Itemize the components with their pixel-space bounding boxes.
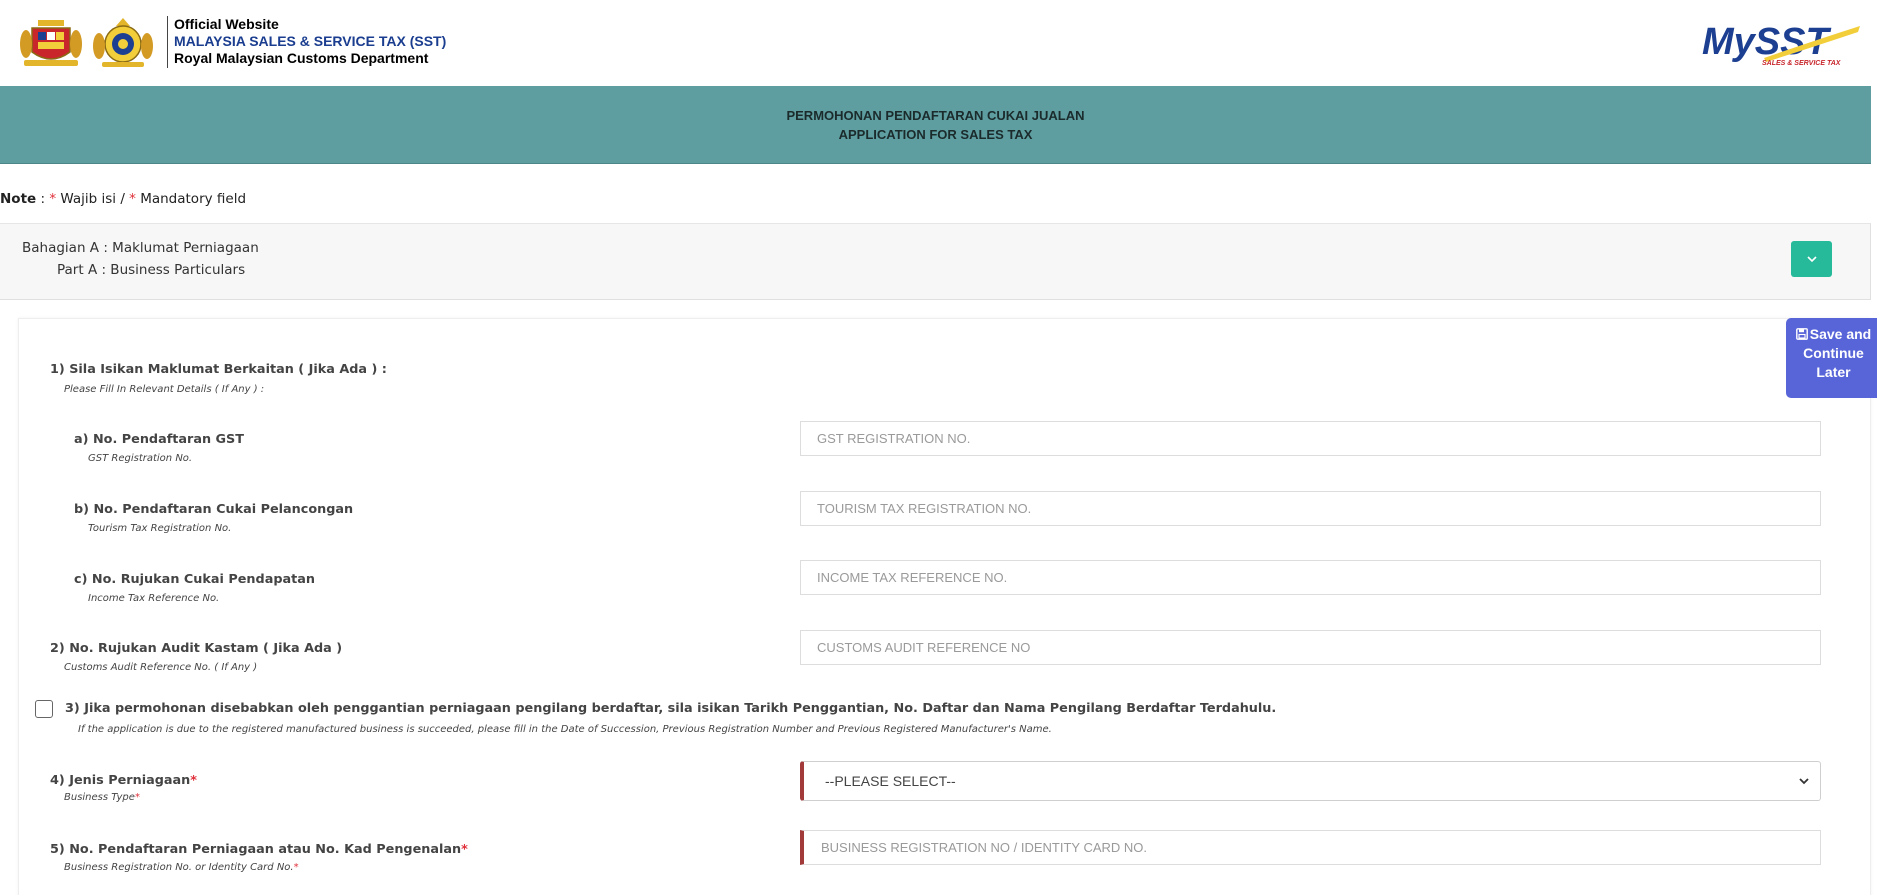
q3-sublabel: If the application is due to the registe… [78,724,1052,735]
business-type-selected: --PLEASE SELECT-- [825,773,956,789]
site-header: Official Website MALAYSIA SALES & SERVIC… [0,0,1877,86]
mysst-logo: MySST SALES & SERVICE TAX [1702,21,1860,67]
business-registration-input[interactable] [800,830,1821,865]
q5-label: 5) No. Pendaftaran Perniagaan atau No. K… [50,842,468,857]
page-title-malay: PERMOHONAN PENDAFTARAN CUKAI JUALAN [786,107,1085,123]
succession-checkbox[interactable] [35,700,53,718]
q1a-sublabel: GST Registration No. [88,453,193,464]
save-and-continue-later-button[interactable]: Save and Continue Later [1786,318,1877,398]
q1a-label: a) No. Pendaftaran GST [74,432,245,447]
q3-label: 3) Jika permohonan disebabkan oleh pengg… [65,701,1277,716]
page-title-english: APPLICATION FOR SALES TAX [838,126,1033,142]
q2-sublabel: Customs Audit Reference No. ( If Any ) [64,662,258,673]
mandatory-note: Note : * Wajib isi / * Mandatory field [0,191,246,207]
floppy-disk-icon [1795,328,1808,340]
required-star: * [190,773,197,788]
section-title-malay: Bahagian A : Maklumat Perniagaan [22,240,259,256]
q4-label: 4) Jenis Perniagaan* [50,773,197,788]
page-title-banner: PERMOHONAN PENDAFTARAN CUKAI JUALAN APPL… [0,86,1871,164]
header-department: Royal Malaysian Customs Department [174,50,429,66]
section-title-english: Part A : Business Particulars [57,262,246,278]
q5-sublabel-text: Business Registration No. or Identity Ca… [64,862,294,873]
q4-label-text: 4) Jenis Perniagaan [50,773,191,788]
tourism-tax-registration-input[interactable] [800,491,1821,526]
q5-label-text: 5) No. Pendaftaran Perniagaan atau No. K… [50,842,462,857]
note-separator: : [36,191,50,207]
q1c-sublabel: Income Tax Reference No. [88,593,220,604]
customs-emblem-icon [93,18,153,67]
section-collapse-button[interactable] [1791,241,1832,277]
header-official-website: Official Website [174,16,279,32]
part-a-section-header: Bahagian A : Maklumat Perniagaan Part A … [0,223,1871,300]
required-star: * [293,862,299,873]
note-label: Note [0,191,37,207]
q4-sublabel: Business Type* [64,792,140,803]
q4-sublabel-text: Business Type [64,792,135,803]
q5-sublabel: Business Registration No. or Identity Ca… [64,862,299,873]
header-sst-title: MALAYSIA SALES & SERVICE TAX (SST) [174,33,447,49]
q1c-label: c) No. Rujukan Cukai Pendapatan [74,572,315,587]
gst-registration-input[interactable] [800,421,1821,456]
q2-label: 2) No. Rujukan Audit Kastam ( Jika Ada ) [50,641,343,656]
header-title-block: Official Website MALAYSIA SALES & SERVIC… [174,16,446,67]
save-later-line2: Continue [1803,345,1864,361]
header-divider [167,16,168,68]
part-a-form-panel [18,318,1871,895]
note-english: Mandatory field [135,191,247,207]
chevron-down-icon [1799,778,1809,785]
required-star: * [461,842,468,857]
customs-audit-reference-input[interactable] [800,630,1821,665]
chevron-down-icon [1806,255,1817,262]
q1b-label: b) No. Pendaftaran Cukai Pelancongan [74,502,354,517]
save-later-line1: Save and [1809,326,1872,342]
business-type-select[interactable]: --PLEASE SELECT-- [800,761,1821,801]
save-later-line3: Later [1816,364,1851,380]
malaysia-coat-of-arms-icon [20,20,82,66]
required-star: * [129,191,136,207]
q1b-sublabel: Tourism Tax Registration No. [88,523,232,534]
q1-sublabel: Please Fill In Relevant Details ( If Any… [64,384,265,395]
income-tax-reference-input[interactable] [800,560,1821,595]
required-star: * [134,792,140,803]
q1-label: 1) Sila Isikan Maklumat Berkaitan ( Jika… [50,362,387,377]
mysst-logo-tagline: SALES & SERVICE TAX [1762,60,1842,67]
note-malay: Wajib isi / [56,191,130,207]
